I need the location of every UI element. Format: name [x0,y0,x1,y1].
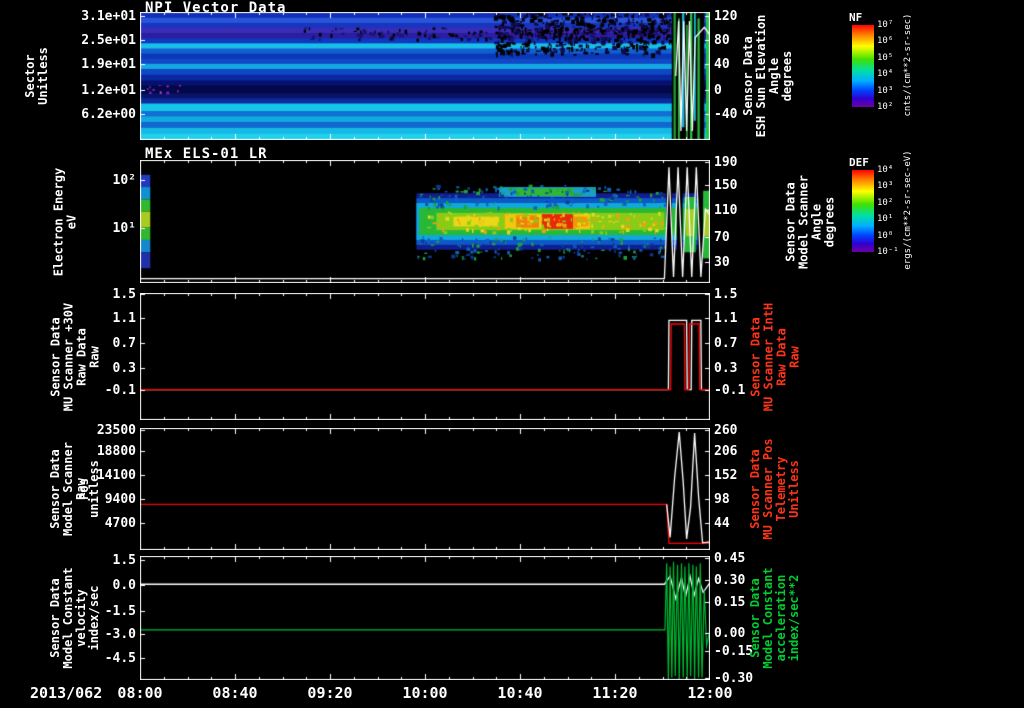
panel3-right-label-line-3: Raw [787,345,801,368]
panel1-ytick-left: 6.2e+00 [81,107,136,123]
mu-scanner-raw-line-plot [140,293,710,420]
panel3-ylabel-line-3: Raw [87,345,101,368]
x-axis-tick-label: 10:00 [402,684,448,702]
panel5-right-label-line-3: index/sec**2 [787,574,801,662]
colorbar-nf-tick: 10⁷ [877,20,894,30]
def-colorbar-title: DEF [849,156,869,169]
colorbar-nf-tick: 10³ [877,85,894,96]
colorbar-nf-tick: 10⁶ [877,36,894,47]
panel2-ytick-right: 150 [714,177,738,193]
panel2-ytick-right: 190 [714,155,738,171]
x-axis-tick-label: 08:40 [212,684,258,702]
npi-vector-spectrogram [140,12,710,140]
panel4-right-label-line-3: Unitless [787,460,801,518]
def-colorbar-units: ergs/(cm**2-sr-sec-eV) [903,150,913,270]
panel5-ylabel-line-3: index/sec [87,585,101,651]
panel1-ytick-left: 2.5e+01 [81,33,136,49]
panel2-ytick-right: 30 [714,255,730,271]
panel1-right-label-line-3: degrees [780,50,794,102]
panel2-ytick-right: 70 [714,230,730,246]
colorbar-nf-tick: 10² [877,102,894,112]
def-colorbar [852,170,874,252]
x-axis-tick-label: 12:00 [687,684,733,702]
colorbar-def-tick: 10⁻¹ [877,247,899,257]
panel1-ytick-left: 1.2e+01 [81,83,136,99]
panel1-ylabel-line-1: Unitless [36,47,50,105]
x-axis-tick-label: 10:40 [497,684,543,702]
colorbar-def-tick: 10¹ [877,214,894,225]
nf-colorbar-title: NF [849,11,863,24]
x-axis-tick-label: 08:00 [117,684,163,702]
x-axis-tick-label: 09:20 [307,684,353,702]
colorbar-nf-tick: 10⁴ [877,69,894,80]
colorbar-nf-tick: 10⁵ [877,52,894,63]
nf-colorbar [852,25,874,107]
x-axis-date-label: 2013/062 [30,684,103,702]
colorbar-def-tick: 10⁴ [877,165,894,175]
panel4-ylabel-line-3: unitless [87,460,101,518]
panel2-right-label-line-3: degrees [822,196,836,247]
panel1-ytick-left: 3.1e+01 [81,8,136,24]
scanner-pos-line-plot [140,428,710,550]
panel2-ytick-right: 110 [714,203,738,219]
panel2-ytick-left: 10² [112,172,136,188]
els-energy-spectrogram [140,160,710,283]
colorbar-def-tick: 10² [877,197,894,208]
panel1-ytick-left: 1.9e+01 [81,57,136,73]
x-axis-tick-label: 11:20 [592,684,638,702]
aspera-multi-panel-science-plot: NPI Vector Data MEx ELS-01 LR 2013/062 N… [0,0,1024,708]
panel2-ylabel-line-1: eV [64,214,78,229]
model-constant-line-plot [140,556,710,680]
panel2-ytick-left: 10¹ [112,220,136,236]
colorbar-def-tick: 10⁰ [877,230,894,241]
colorbar-def-tick: 10³ [877,181,894,192]
